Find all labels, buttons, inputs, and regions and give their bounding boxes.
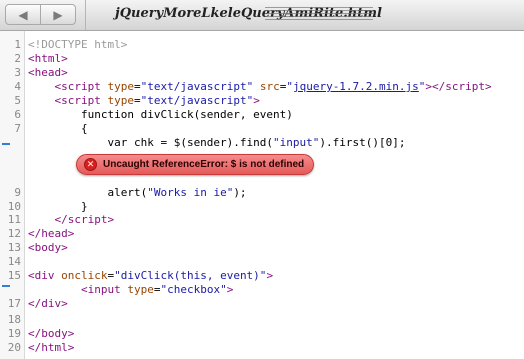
code-text: </script> — [54, 213, 115, 226]
code-text: alert("Works in ie"); — [28, 186, 247, 199]
code-text: } — [28, 200, 88, 213]
line-number: 14 — [7, 255, 21, 268]
line-number: 3 — [14, 66, 21, 79]
line-number: 17 — [7, 297, 21, 310]
filename-scribble-overlay — [265, 7, 373, 20]
code-text: { — [28, 122, 88, 135]
forward-arrow-icon: ▶ — [53, 8, 63, 22]
back-arrow-icon: ◀ — [18, 8, 28, 22]
line-number: 2 — [14, 52, 21, 65]
code-text: <html> — [28, 52, 68, 65]
code-text: function divClick(sender, event) — [28, 108, 293, 121]
code-text: </head> — [28, 227, 75, 240]
line-number: 6 — [14, 108, 21, 121]
line-number: 5 — [14, 94, 21, 107]
line-number: 10 — [7, 200, 21, 213]
back-button[interactable]: ◀ — [5, 4, 41, 25]
line-number: 15 — [7, 269, 21, 282]
line-number: 18 — [7, 313, 21, 326]
line-number: 7 — [14, 122, 21, 135]
line-number: 13 — [7, 241, 21, 254]
code-text: <script type="text/javascript"> — [54, 94, 260, 107]
line-number: 20 — [7, 341, 21, 354]
breakpoint-marker[interactable] — [2, 143, 10, 145]
code-text: <script type="text/javascript" src="jque… — [54, 80, 492, 93]
line-number: 1 — [14, 38, 21, 51]
line-number: 19 — [7, 327, 21, 340]
code-text: var chk = $(sender).find("input").first(… — [28, 136, 406, 149]
code-text: </html> — [28, 341, 75, 354]
toolbar-divider — [85, 0, 86, 30]
code-text: <body> — [28, 241, 68, 254]
code-text: <head> — [28, 66, 68, 79]
forward-button[interactable]: ▶ — [40, 4, 76, 25]
breakpoint-marker[interactable] — [2, 285, 10, 287]
error-bubble: ✕ Uncaught ReferenceError: $ is not defi… — [76, 154, 314, 175]
error-message: Uncaught ReferenceError: $ is not define… — [103, 159, 305, 170]
code-text: </body> — [28, 327, 75, 340]
line-number: 9 — [14, 186, 21, 199]
line-number: 12 — [7, 227, 21, 240]
code-text: <!DOCTYPE html> — [28, 38, 128, 51]
line-number: 11 — [7, 213, 21, 226]
line-number: 4 — [14, 80, 21, 93]
toolbar: ◀ ▶ jQueryMoreLkeleQueryAmiRite.html — [0, 0, 524, 31]
code-text: </div> — [28, 297, 68, 310]
code-text: <input type="checkbox"> — [80, 283, 234, 296]
code-text: <div onclick="divClick(this, event)"> — [28, 269, 274, 282]
error-icon: ✕ — [84, 158, 97, 171]
